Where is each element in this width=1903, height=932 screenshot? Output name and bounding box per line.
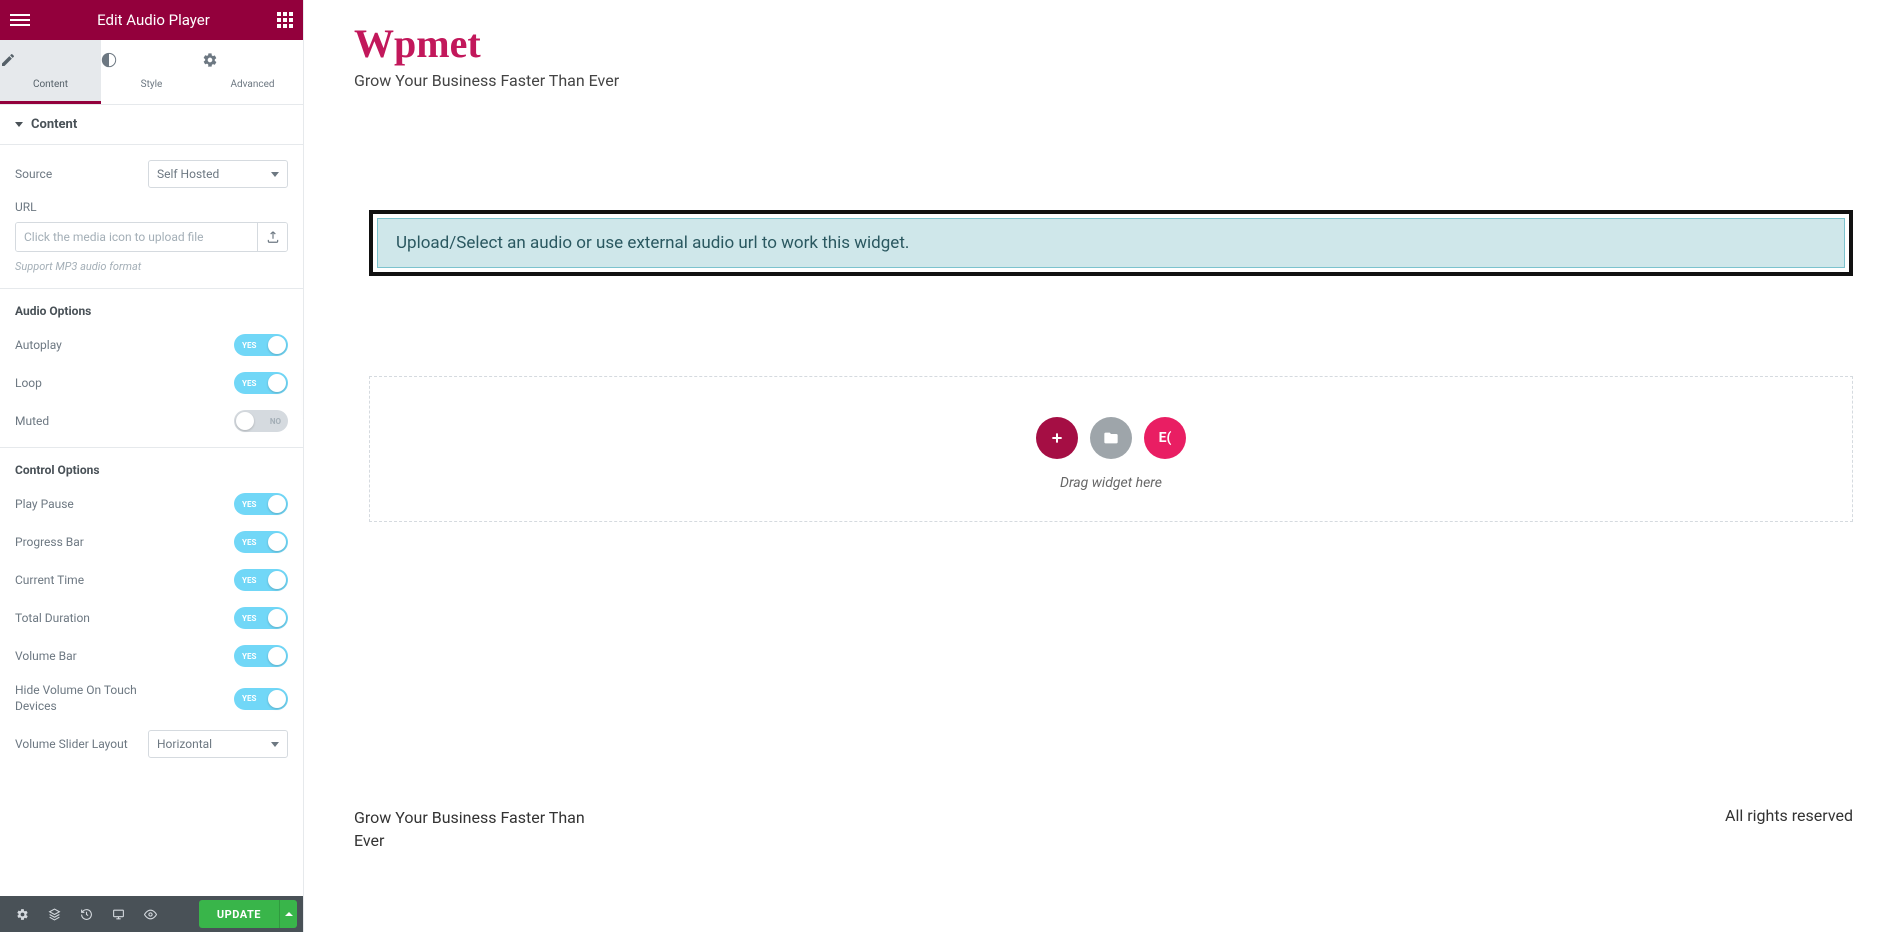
add-section-button[interactable]	[1036, 417, 1078, 459]
progressbar-label: Progress Bar	[15, 535, 84, 549]
volumesliderlayout-select[interactable]: Horizontal	[148, 730, 288, 758]
dropzone-buttons: E(	[370, 417, 1852, 459]
audio-widget-placeholder[interactable]: Upload/Select an audio or use external a…	[369, 210, 1853, 276]
volumebar-label: Volume Bar	[15, 649, 77, 663]
muted-switch[interactable]: NO	[234, 410, 288, 432]
source-select-value: Self Hosted	[157, 167, 219, 181]
url-label: URL	[15, 200, 288, 214]
site-header: Wpmet Grow Your Business Faster Than Eve…	[304, 0, 1903, 100]
settings-panel: Content Source Self Hosted URL Support M…	[0, 105, 303, 896]
widget-message: Upload/Select an audio or use external a…	[377, 218, 1845, 268]
control-options-heading: Control Options	[15, 463, 288, 477]
elementskit-button[interactable]: E(	[1144, 417, 1186, 459]
audio-options-block: Audio Options Autoplay YES Loop YES Mute…	[0, 289, 303, 448]
url-input-wrapper	[15, 222, 288, 252]
tab-style-label: Style	[141, 79, 163, 90]
currenttime-label: Current Time	[15, 573, 84, 587]
site-footer: Grow Your Business Faster Than Ever All …	[304, 806, 1903, 852]
preview-icon[interactable]	[134, 896, 166, 932]
url-input[interactable]	[16, 223, 257, 251]
section-content-label: Content	[31, 117, 77, 132]
history-icon[interactable]	[70, 896, 102, 932]
pencil-icon	[0, 52, 101, 68]
hidevolumetouch-switch[interactable]: YES	[234, 688, 288, 710]
muted-label: Muted	[15, 414, 49, 428]
caret-down-icon	[15, 122, 23, 127]
sidebar-header: Edit Audio Player	[0, 0, 303, 40]
widgets-grid-icon[interactable]	[277, 12, 293, 28]
source-label: Source	[15, 167, 52, 181]
section-content-toggle[interactable]: Content	[0, 105, 303, 145]
volumesliderlayout-label: Volume Slider Layout	[15, 737, 128, 751]
tab-advanced-label: Advanced	[230, 79, 274, 90]
url-block: URL Support MP3 audio format	[0, 188, 303, 289]
tab-content[interactable]: Content	[0, 40, 101, 104]
update-dropdown-button[interactable]	[279, 900, 297, 928]
control-options-block: Control Options Play Pause YES Progress …	[0, 448, 303, 773]
tab-content-label: Content	[33, 79, 68, 90]
site-title: Wpmet	[354, 20, 1853, 67]
sidebar: Edit Audio Player Content Style Advanced…	[0, 0, 304, 932]
progressbar-switch[interactable]: YES	[234, 531, 288, 553]
source-select[interactable]: Self Hosted	[148, 160, 288, 188]
autoplay-switch[interactable]: YES	[234, 334, 288, 356]
gear-icon	[202, 52, 303, 68]
autoplay-label: Autoplay	[15, 338, 62, 352]
source-block: Source Self Hosted	[0, 145, 303, 188]
caret-up-icon	[285, 912, 293, 916]
loop-switch[interactable]: YES	[234, 372, 288, 394]
navigator-icon[interactable]	[38, 896, 70, 932]
sidebar-footer: UPDATE	[0, 896, 303, 932]
upload-media-button[interactable]	[257, 223, 287, 251]
drop-zone[interactable]: E( Drag widget here	[369, 376, 1853, 522]
audio-options-heading: Audio Options	[15, 304, 288, 318]
playpause-switch[interactable]: YES	[234, 493, 288, 515]
url-hint: Support MP3 audio format	[15, 260, 288, 273]
totalduration-switch[interactable]: YES	[234, 607, 288, 629]
loop-label: Loop	[15, 376, 42, 390]
sidebar-title: Edit Audio Player	[97, 11, 210, 29]
menu-icon[interactable]	[10, 14, 30, 26]
playpause-label: Play Pause	[15, 497, 74, 511]
volumesliderlayout-value: Horizontal	[157, 737, 212, 751]
tab-style[interactable]: Style	[101, 40, 202, 104]
chevron-down-icon	[271, 742, 279, 747]
preview-canvas: Wpmet Grow Your Business Faster Than Eve…	[304, 0, 1903, 932]
template-library-button[interactable]	[1090, 417, 1132, 459]
editor-tabs: Content Style Advanced	[0, 40, 303, 105]
currenttime-switch[interactable]: YES	[234, 569, 288, 591]
update-button[interactable]: UPDATE	[199, 900, 279, 928]
footer-tagline: Grow Your Business Faster Than Ever	[354, 806, 594, 852]
volumebar-switch[interactable]: YES	[234, 645, 288, 667]
tab-advanced[interactable]: Advanced	[202, 40, 303, 104]
site-tagline: Grow Your Business Faster Than Ever	[354, 71, 1853, 90]
settings-icon[interactable]	[6, 896, 38, 932]
dropzone-hint: Drag widget here	[370, 475, 1852, 491]
contrast-icon	[101, 52, 202, 68]
responsive-icon[interactable]	[102, 896, 134, 932]
hidevolumetouch-label: Hide Volume On Touch Devices	[15, 683, 165, 714]
copyright-text: All rights reserved	[1725, 806, 1853, 825]
totalduration-label: Total Duration	[15, 611, 90, 625]
chevron-down-icon	[271, 172, 279, 177]
